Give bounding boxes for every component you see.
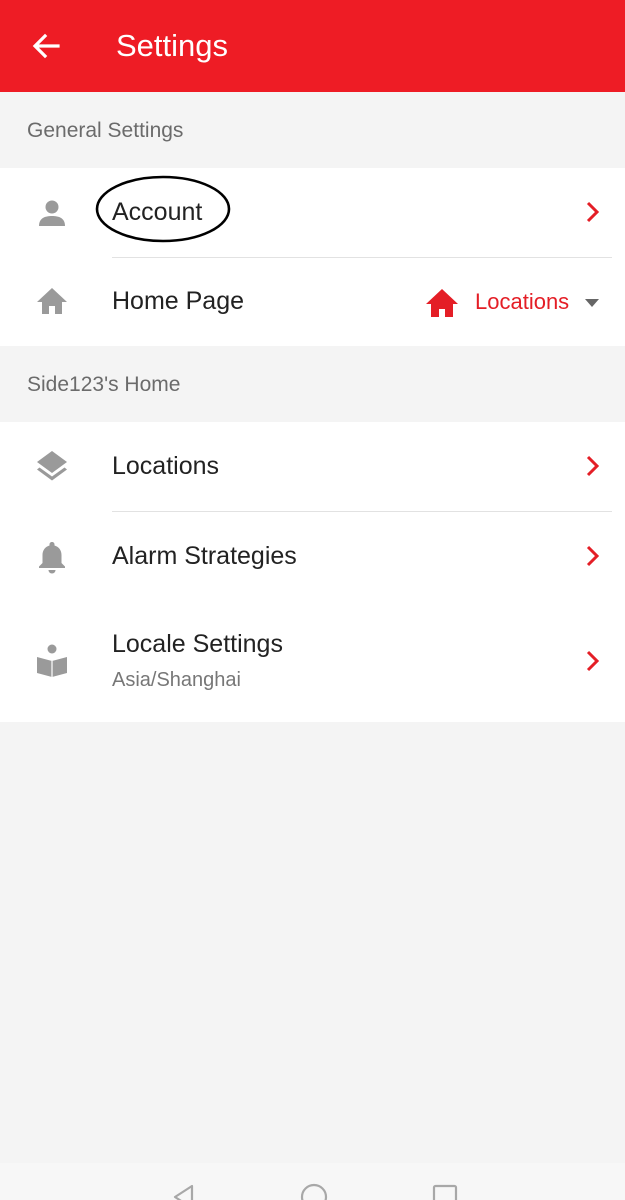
home-settings-group: Locations Alarm Strategies Locale Settin… xyxy=(0,422,625,722)
book-person-icon xyxy=(34,643,70,679)
locations-label: Locations xyxy=(112,452,220,480)
alarm-strategies-label: Alarm Strategies xyxy=(112,542,297,570)
account-label: Account xyxy=(112,198,203,226)
person-icon xyxy=(34,195,70,231)
recents-square-icon[interactable] xyxy=(431,1183,459,1200)
chevron-right-icon xyxy=(582,453,604,479)
home-page-selector[interactable]: Locations xyxy=(424,258,614,348)
page-title: Settings xyxy=(116,28,229,63)
chevron-right-icon xyxy=(582,199,604,225)
locale-settings-subtitle: Asia/Shanghai xyxy=(112,669,241,691)
section-title: General Settings xyxy=(27,119,184,142)
arrow-left-icon xyxy=(32,33,60,59)
home-icon xyxy=(34,283,70,319)
general-settings-group: Account Home Page Locations xyxy=(0,168,625,346)
section-header-home: Side123's Home xyxy=(0,346,625,422)
home-circle-icon[interactable] xyxy=(300,1183,328,1200)
section-title: Side123's Home xyxy=(27,373,181,396)
home-icon xyxy=(424,285,460,321)
home-page-value: Locations xyxy=(475,289,570,314)
account-row[interactable]: Account xyxy=(0,168,625,257)
home-page-row[interactable]: Home Page Locations xyxy=(0,258,625,346)
locale-settings-label: Locale Settings xyxy=(112,630,283,658)
locations-row[interactable]: Locations xyxy=(0,422,625,511)
app-bar: Settings xyxy=(0,0,625,92)
section-header-general: General Settings xyxy=(0,92,625,168)
caret-down-icon xyxy=(584,296,600,308)
home-page-label: Home Page xyxy=(112,287,245,315)
alarm-strategies-row[interactable]: Alarm Strategies xyxy=(0,512,625,601)
chevron-right-icon xyxy=(582,543,604,569)
locale-settings-row[interactable]: Locale Settings Asia/Shanghai xyxy=(0,601,625,722)
layers-icon xyxy=(34,449,70,485)
back-button[interactable] xyxy=(24,24,68,68)
settings-screen: Settings General Settings Account Home P… xyxy=(0,0,625,1200)
system-navigation-bar xyxy=(0,1163,625,1200)
back-triangle-icon[interactable] xyxy=(170,1183,198,1200)
chevron-right-icon xyxy=(582,648,604,674)
bell-icon xyxy=(34,539,70,575)
